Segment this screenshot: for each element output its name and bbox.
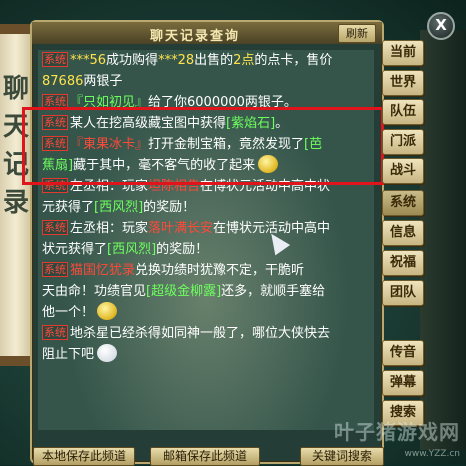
tab-group[interactable]: 团队 [382, 280, 424, 306]
chat-text: 打开金制宝箱，竟然发现了 [148, 137, 305, 152]
emoji-icon [258, 155, 279, 173]
chat-line: 天由命！功绩官见[超级金柳露]还多，就顺手塞给 [38, 281, 374, 302]
chat-line: 蕉扇]藏于其中，毫不客气的收了起来 [38, 155, 374, 176]
close-button[interactable]: X [427, 12, 455, 40]
system-tag: 系统 [42, 52, 68, 67]
chat-text: 阻止下吧 [42, 347, 95, 362]
tab-team[interactable]: 队伍 [382, 99, 424, 125]
chat-text: 的奖励！ [156, 242, 209, 257]
tab-current[interactable]: 当前 [382, 40, 424, 66]
chat-text: 在博状元活动中高中状 [200, 179, 331, 194]
system-tag: 系统 [42, 115, 68, 130]
chat-line: 他一个！ [38, 302, 374, 323]
chat-text: 落叶满长安 [148, 221, 214, 236]
chat-text: 状元获得了 [42, 242, 108, 257]
emoji-icon [97, 302, 118, 320]
system-tag: 系统 [42, 136, 68, 151]
chat-text: 坦陈相告 [148, 179, 201, 194]
chat-text: 藏于其中，毫不客气的收了起来 [73, 158, 256, 173]
chat-line: 系统 ***56成功购得***28出售的2点的点卡，售价 [38, 50, 374, 71]
chat-text: 左丞相：玩家 [70, 221, 149, 236]
keyword-search-button[interactable]: 关键词搜索 [300, 447, 384, 466]
chat-log-banner: 聊 天 记 录 [0, 24, 36, 366]
window-title: 聊天记录查询 [150, 29, 241, 44]
chat-text: 他一个！ [42, 305, 95, 320]
chat-text: 87686 [42, 74, 84, 89]
chat-text: ***56 [70, 53, 107, 68]
chat-line: 阻止下吧 [38, 344, 374, 365]
chat-text: 天由命！功绩官见 [42, 284, 147, 299]
tab-battle[interactable]: 战斗 [382, 158, 424, 184]
refresh-button[interactable]: 刷新 [338, 24, 376, 43]
chat-text: 2点 [233, 53, 255, 68]
chat-text: 给了你6000000两银子。 [148, 95, 297, 110]
banner-char-1: 聊 [2, 74, 29, 104]
tab-world[interactable]: 世界 [382, 70, 424, 96]
chat-text: 出售的 [194, 53, 234, 68]
title-bar: 聊天记录查询 刷新 [32, 22, 382, 44]
chat-text: ***28 [158, 53, 195, 68]
banner-char-2: 天 [2, 112, 29, 142]
chat-text: 『只如初见』 [70, 95, 149, 110]
tab-sect[interactable]: 门派 [382, 129, 424, 155]
mail-save-button[interactable]: 邮箱保存此频道 [150, 447, 260, 466]
chat-text: [芭 [304, 137, 323, 152]
watermark-url: www.YZZ.cn [404, 449, 460, 459]
system-tag: 系统 [42, 325, 68, 340]
chat-text: 兑换功绩时犹豫不定，干脆听 [135, 263, 305, 278]
chat-text: 『東果冰卡』 [70, 137, 149, 152]
chat-line: 元获得了[西风烈]的奖励！ [38, 197, 374, 218]
chat-text: [西风烈] [107, 242, 157, 257]
chat-line: 87686两银子 [38, 71, 374, 92]
tab-system[interactable]: 系统 [382, 190, 424, 216]
tab-whisper[interactable]: 传音 [382, 340, 424, 366]
chat-text: 左丞相：玩家 [70, 179, 149, 194]
watermark-logo: 叶子猪游戏网 [334, 420, 460, 444]
chat-log-window: 聊天记录查询 刷新 系统 ***56成功购得***28出售的2点的点卡，售价 876… [30, 20, 384, 464]
chat-text: 某人在挖高级藏宝图中获得 [70, 116, 227, 131]
chat-text: 两银子 [83, 74, 123, 89]
tab-blessing[interactable]: 祝福 [382, 250, 424, 276]
chat-line: 系统 左丞相：玩家落叶满长安在博状元活动中高中 [38, 218, 374, 239]
chat-text: 的奖励！ [143, 200, 196, 215]
chat-line: 系统 『東果冰卡』打开金制宝箱，竟然发现了[芭 [38, 134, 374, 155]
tab-danmaku[interactable]: 弹幕 [382, 370, 424, 396]
chat-text: 地杀星已经杀得如同神一般了，哪位大侠快去 [70, 326, 331, 341]
chat-line: 系统 『只如初见』给了你6000000两银子。 [38, 92, 374, 113]
chat-line: 系统 地杀星已经杀得如同神一般了，哪位大侠快去 [38, 323, 374, 344]
system-tag: 系统 [42, 94, 68, 109]
chat-log[interactable]: 系统 ***56成功购得***28出售的2点的点卡，售价 87686两银子 系统 『只如… [38, 50, 374, 430]
chat-text: 还多，就顺手塞给 [221, 284, 326, 299]
emoji-icon [97, 344, 118, 362]
chat-line: 系统 左丞相：玩家坦陈相告在博状元活动中高中状 [38, 176, 374, 197]
chat-text: [西风烈] [94, 200, 144, 215]
system-tag: 系统 [42, 178, 68, 193]
banner-text: 聊 天 记 录 [2, 70, 30, 222]
side-panel [420, 30, 466, 450]
chat-text: 成功购得 [106, 53, 159, 68]
chat-text: [超级金柳露] [146, 284, 222, 299]
save-local-button[interactable]: 本地保存此频道 [33, 447, 135, 466]
chat-text: 猫国忆犹录 [70, 263, 136, 278]
banner-char-3: 记 [2, 150, 29, 180]
tab-info[interactable]: 信息 [382, 220, 424, 246]
chat-line: 系统 某人在挖高级藏宝图中获得[紫焰石]。 [38, 113, 374, 134]
chat-text: [紫焰石] [226, 116, 276, 131]
chat-text: 。 [275, 116, 289, 131]
chat-text: 蕉扇] [42, 158, 74, 173]
chat-line: 系统 猫国忆犹录兑换功绩时犹豫不定，干脆听 [38, 260, 374, 281]
system-tag: 系统 [42, 220, 68, 235]
system-tag: 系统 [42, 262, 68, 277]
chat-text: 的点卡，售价 [254, 53, 333, 68]
banner-char-4: 录 [2, 188, 29, 218]
chat-text: 元获得了 [42, 200, 95, 215]
chat-line: 状元获得了[西风烈]的奖励！ [38, 239, 374, 260]
